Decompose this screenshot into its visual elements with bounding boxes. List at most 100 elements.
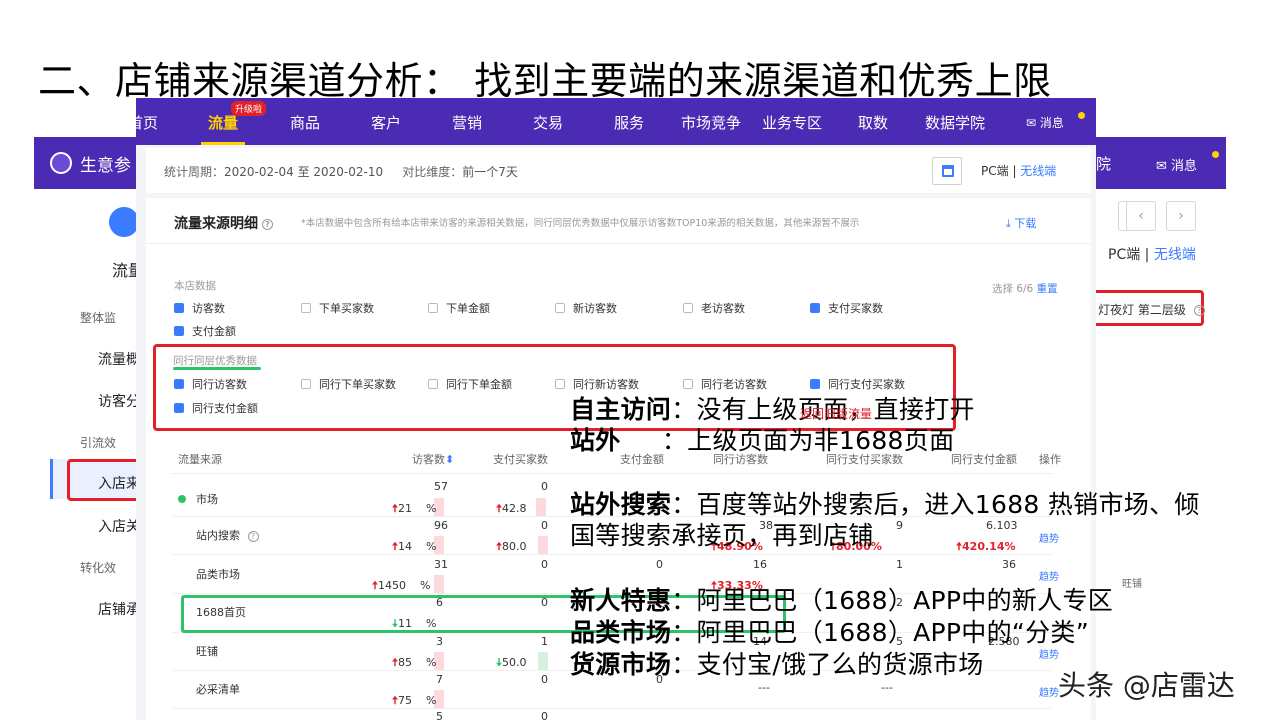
annotation-desc: ：上级页面为非1688页面 [661,426,955,455]
bg-brand: 生意参 [80,156,131,176]
message-label: 消息 [1039,116,1064,130]
help-icon[interactable]: ? [247,530,259,542]
cell-visitors-change: 🠅75 % [392,694,437,707]
cell-pay-buyers: 1 [541,635,548,648]
nav-customer[interactable]: 客户 [371,112,401,133]
nav-market-compete[interactable]: 市场竞争 [681,112,741,133]
compare-value[interactable]: 前一个7天 [462,165,518,179]
checkbox-order-amount[interactable]: 下单金额 [428,300,490,316]
bg-message-link[interactable]: ✉ 消息 [1156,155,1197,174]
help-icon[interactable]: ? [262,218,273,230]
checkbox-label: 同行下单金额 [446,378,512,391]
change-value: 85 [398,656,413,669]
checkbox-visitors[interactable]: 访客数 [174,300,225,316]
bg-sidebar-item-visitor[interactable]: 访客分 [98,391,140,411]
th-visitors-label: 访客数 [412,453,445,466]
cell-visitors: 7 [436,673,443,686]
annotation-offsite: 站外 ：上级页面为非1688页面 [570,421,954,457]
own-data-label: 本店数据 [174,280,216,292]
bg-prev-button[interactable]: ‹ [1126,201,1156,231]
notification-dot-icon [1212,151,1219,158]
checkbox-box [810,303,820,313]
cell-visitors-change: 🠅21 % [392,502,437,515]
period-label: 统计周期： [164,165,225,179]
bg-sidebar-item-entry-keyword[interactable]: 入店关 [98,516,140,536]
trend-link[interactable]: 趋势 [1039,530,1059,545]
checkbox-pay-amount[interactable]: 支付金额 [174,323,236,339]
wireless-tab[interactable]: 无线端 [1020,164,1056,178]
card-divider [146,243,1091,244]
annotation-term: 站外 [570,426,621,455]
select-count: 选择 6/6 [992,283,1034,295]
cell-pay-buyers-change: 🠅80.0 [496,540,527,553]
table-row-source[interactable]: 旺铺 [196,643,218,659]
percent-sign: % [426,656,437,669]
checkbox-pay-buyers[interactable]: 支付买家数 [810,300,883,316]
pc-tab[interactable]: PC端 [981,164,1009,178]
watermark: 头条 @店雷达 [1058,669,1235,702]
bg-sidebar: 流量 整体监 流量概 访客分 引流效 入店来 入店关 转化效 店铺承 [34,189,144,632]
cell-pay-amount: 0 [656,558,663,571]
source-label: 市场 [196,493,218,506]
checkbox-box [428,303,438,313]
nav-service[interactable]: 服务 [614,112,644,133]
checkbox-box [174,326,184,336]
nav-home[interactable]: 首页 [136,112,158,133]
checkbox-label: 同行下单买家数 [319,378,396,391]
sort-icon[interactable]: ⬍ [445,453,454,466]
bg-device-switch[interactable]: PC端 | 无线端 [1108,244,1196,264]
annotation-term: 自主访问 [570,395,672,424]
cell-peer-pay-amount: 36 [1002,558,1016,571]
bg-wireless-tab[interactable]: 无线端 [1154,247,1196,263]
cell-pay-buyers: 0 [541,710,548,720]
blur-mask [434,575,444,593]
checkbox-peer-visitors[interactable]: 同行访客数 [174,376,247,392]
download-button[interactable]: ⤓ 下载 [1006,215,1036,231]
table-row-source[interactable]: 站内搜索 ? [196,527,259,543]
slide-title: 二、店铺来源渠道分析： 找到主要端的来源渠道和优秀上限 [38,59,1052,103]
nav-goods[interactable]: 商品 [290,112,320,133]
nav-fetch-data[interactable]: 取数 [858,112,888,133]
nav-business-zone[interactable]: 业务专区 [762,112,822,133]
annotation-term: 货源市场 [570,650,672,679]
checkbox-old-visitors[interactable]: 老访客数 [683,300,745,316]
trend-link[interactable]: 趋势 [1039,684,1059,699]
table-row-source[interactable]: 必采清单 [196,681,240,697]
period-value[interactable]: 2020-02-04 至 2020-02-10 [224,165,383,179]
nav-marketing[interactable]: 营销 [452,112,482,133]
annotation-desc: ：支付宝/饿了么的货源市场 [671,650,984,679]
nav-trade[interactable]: 交易 [533,112,563,133]
nav-data-academy[interactable]: 数据学院 [925,112,985,133]
device-switch[interactable]: PC端 | 无线端 [981,162,1056,179]
table-row-source[interactable]: 市场 [178,491,218,507]
annotation-desc: ：百度等站外搜索后，进入1688 热销市场、倾 [671,490,1200,519]
help-icon[interactable]: ? [1193,305,1205,316]
checkbox-peer-order-buyers[interactable]: 同行下单买家数 [301,376,396,392]
expand-dot-icon[interactable] [178,495,186,503]
checkbox-peer-order-amount[interactable]: 同行下单金额 [428,376,512,392]
checkbox-new-visitors[interactable]: 新访客数 [555,300,617,316]
cell-peer-pay-buyers: --- [758,681,770,694]
bg-next-button[interactable]: › [1166,201,1196,231]
bg-nav-item[interactable]: 院 [1096,153,1111,174]
annotation-desc: ：阿里巴巴（1688）APP中的“分类” [671,618,1089,647]
bg-sidebar-item-shop[interactable]: 店铺承 [98,599,140,619]
checkbox-box [683,303,693,313]
th-pay-buyers[interactable]: 支付买家数 [493,451,548,467]
cell-visitors-change: 🠅85 % [392,656,437,669]
table-row-source[interactable]: 品类市场 [196,566,240,582]
bg-section-traffic: 引流效 [80,436,117,450]
checkbox-peer-pay-amount[interactable]: 同行支付金额 [174,400,258,416]
cell-pay-buyers: 0 [541,480,548,493]
bg-pc-tab[interactable]: PC端 [1108,247,1140,263]
th-peer-pay-amount[interactable]: 同行支付金额 [951,451,1017,467]
message-link[interactable]: ✉ 消息 [1026,114,1064,131]
bg-sidebar-item-traffic-overview[interactable]: 流量概 [98,349,140,369]
checkbox-order-buyers[interactable]: 下单买家数 [301,300,374,316]
th-visitors[interactable]: 访客数⬍ [412,451,454,467]
cell-peer-visitors: 16 [753,558,767,571]
annotation-supply-market: 货源市场：支付宝/饿了么的货源市场 [570,645,984,681]
percent-sign: % [426,540,437,553]
annotation-term: 站外搜索 [570,490,672,519]
reset-button[interactable]: 重置 [1037,283,1058,295]
